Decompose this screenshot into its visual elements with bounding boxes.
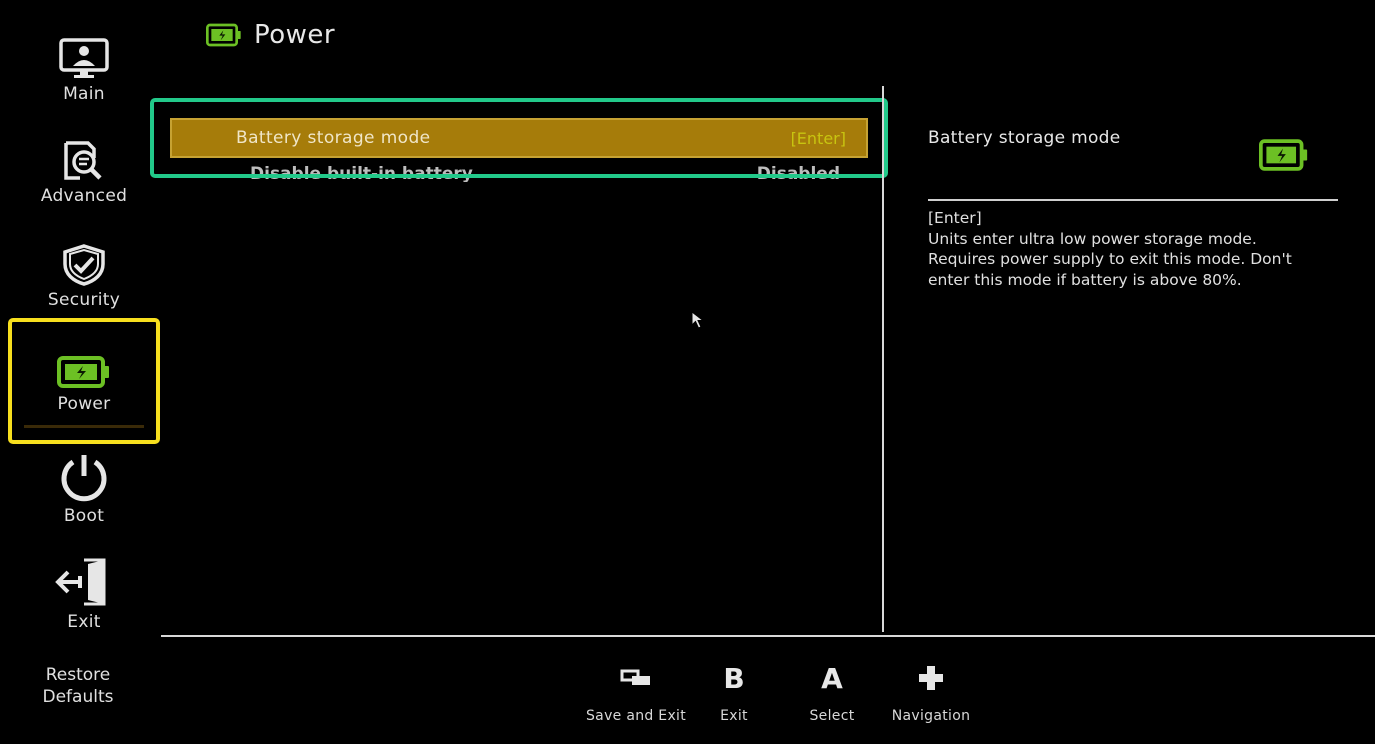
selection-underbar bbox=[24, 425, 144, 428]
help-line: enter this mode if battery is above 80%. bbox=[928, 270, 1242, 289]
help-line: Requires power supply to exit this mode.… bbox=[928, 250, 1292, 268]
footer-divider bbox=[161, 635, 1375, 637]
battery-icon bbox=[57, 356, 109, 388]
hint-exit[interactable]: B Exit bbox=[704, 660, 764, 725]
sidebar-item-main[interactable]: Main bbox=[8, 38, 160, 104]
help-divider bbox=[928, 199, 1338, 201]
dpad-icon bbox=[917, 660, 945, 696]
battery-icon bbox=[1259, 139, 1308, 171]
sidebar-item-label: Exit bbox=[67, 612, 101, 632]
help-line: Units enter ultra low power storage mode… bbox=[928, 229, 1257, 248]
restore-defaults-line: Defaults bbox=[42, 687, 114, 707]
restore-defaults-button[interactable]: Restore Defaults bbox=[28, 664, 128, 708]
sidebar-item-label: Boot bbox=[63, 506, 105, 526]
sidebar-item-label: Main bbox=[63, 84, 105, 104]
sidebar-item-label: Power bbox=[57, 394, 111, 414]
selection-frame bbox=[150, 98, 888, 178]
hint-label: Select bbox=[809, 708, 855, 724]
a-button-icon: A bbox=[821, 661, 843, 695]
sidebar-item-security[interactable]: Security bbox=[8, 244, 160, 310]
monitor-user-icon bbox=[59, 38, 109, 78]
shield-check-icon bbox=[63, 244, 105, 286]
sidebar-item-label: Security bbox=[47, 290, 121, 310]
view-button-icon bbox=[620, 660, 652, 696]
hint-select[interactable]: A Select bbox=[802, 660, 862, 725]
restore-defaults-line: Restore bbox=[45, 665, 111, 685]
power-icon bbox=[61, 455, 107, 502]
help-line: [Enter] bbox=[928, 209, 982, 227]
mouse-cursor-icon bbox=[690, 310, 708, 334]
help-description: [Enter] Units enter ultra low power stor… bbox=[928, 208, 1348, 290]
hint-label: Navigation bbox=[891, 708, 971, 724]
page-header: Power bbox=[206, 20, 335, 50]
vertical-divider bbox=[882, 86, 884, 632]
exit-door-icon bbox=[55, 558, 106, 606]
document-search-icon bbox=[64, 141, 102, 180]
hint-label: Exit bbox=[720, 708, 748, 724]
battery-icon bbox=[206, 23, 241, 47]
sidebar-item-power[interactable]: Power bbox=[8, 318, 160, 444]
hint-label: Save and Exit bbox=[586, 708, 687, 724]
b-button-icon: B bbox=[723, 661, 745, 695]
hint-save-and-exit[interactable]: Save and Exit bbox=[586, 660, 686, 724]
help-battery bbox=[1259, 139, 1309, 175]
sidebar-item-advanced[interactable]: Advanced bbox=[8, 140, 160, 206]
page-title: Power bbox=[254, 20, 336, 50]
help-title: Battery storage mode bbox=[928, 128, 1121, 148]
sidebar-item-boot[interactable]: Boot bbox=[8, 452, 160, 526]
sidebar-item-label: Advanced bbox=[40, 186, 128, 206]
sidebar-item-exit[interactable]: Exit bbox=[8, 556, 160, 632]
hint-navigation[interactable]: Navigation bbox=[891, 660, 971, 724]
